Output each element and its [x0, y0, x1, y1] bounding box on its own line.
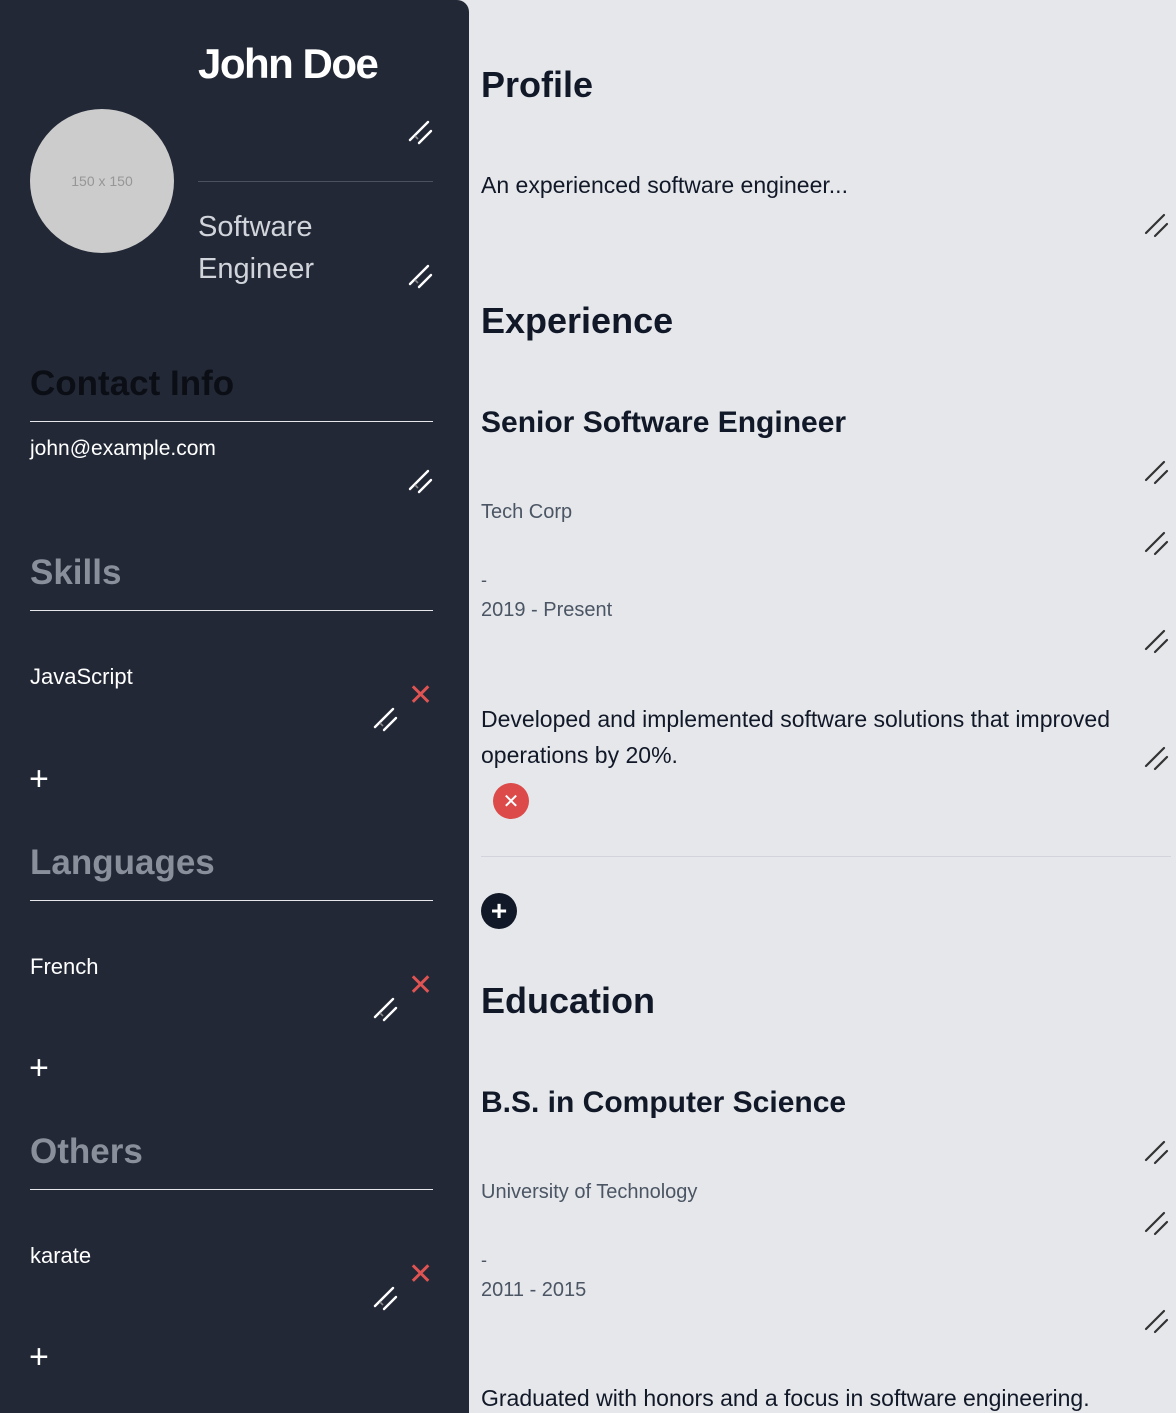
education-description[interactable]: Graduated with honors and a focus in sof… [481, 1380, 1161, 1413]
profile-text[interactable]: An experienced software engineer... [481, 167, 848, 203]
delete-skill-close-icon[interactable]: ✕ [408, 681, 433, 711]
edit-skill-pencil-icon[interactable] [372, 706, 398, 732]
experience-dash: - [481, 570, 487, 590]
job-title-line-1: Software [198, 211, 313, 243]
education-header: Education [481, 980, 656, 1021]
edit-experience-description-pencil-icon[interactable] [1143, 745, 1169, 771]
delete-language-close-icon[interactable]: ✕ [408, 971, 433, 1001]
edit-name-pencil-icon[interactable] [407, 119, 433, 145]
add-other-plus-icon[interactable]: + [29, 1340, 49, 1374]
other-item[interactable]: karate [30, 1243, 91, 1269]
others-header: Others [30, 1132, 143, 1171]
edit-experience-dates-pencil-icon[interactable] [1143, 628, 1169, 654]
education-degree[interactable]: B.S. in Computer Science [481, 1086, 846, 1120]
delete-experience-close-icon[interactable]: ✕ [493, 783, 529, 819]
languages-divider [30, 900, 433, 901]
language-item[interactable]: French [30, 954, 98, 980]
experience-divider [481, 856, 1171, 857]
resume-name[interactable]: John Doe [198, 40, 379, 88]
contact-info-header: Contact Info [30, 364, 235, 403]
edit-contact-pencil-icon[interactable] [407, 468, 433, 494]
others-divider [30, 1189, 433, 1190]
skills-divider [30, 610, 433, 611]
languages-header: Languages [30, 843, 215, 882]
profile-header: Profile [481, 64, 594, 105]
job-title-line-2: Engineer [198, 253, 315, 285]
skill-item[interactable]: JavaScript [30, 664, 133, 690]
edit-education-school-pencil-icon[interactable] [1143, 1210, 1169, 1236]
education-dates[interactable]: 2011 - 2015 [481, 1279, 586, 1302]
edit-other-pencil-icon[interactable] [372, 1285, 398, 1311]
skills-header: Skills [30, 553, 122, 592]
contact-email[interactable]: john@example.com [30, 437, 216, 461]
title-divider [198, 181, 433, 182]
job-title[interactable]: Software Engineer [198, 206, 314, 290]
edit-education-degree-pencil-icon[interactable] [1143, 1139, 1169, 1165]
main-content: Profile An experienced software engineer… [469, 0, 1176, 1413]
education-dash: - [481, 1250, 487, 1270]
add-language-plus-icon[interactable]: + [29, 1051, 49, 1085]
experience-dates[interactable]: 2019 - Present [481, 599, 612, 622]
experience-title[interactable]: Senior Software Engineer [481, 406, 846, 440]
edit-experience-title-pencil-icon[interactable] [1143, 459, 1169, 485]
edit-profile-pencil-icon[interactable] [1143, 212, 1169, 238]
avatar[interactable]: 150 x 150 [30, 109, 174, 253]
edit-experience-company-pencil-icon[interactable] [1143, 530, 1169, 556]
add-experience-plus-icon[interactable]: + [481, 893, 517, 929]
avatar-placeholder-text: 150 x 150 [71, 173, 133, 189]
experience-header: Experience [481, 300, 674, 341]
experience-company[interactable]: Tech Corp [481, 501, 572, 524]
edit-title-pencil-icon[interactable] [407, 263, 433, 289]
edit-language-pencil-icon[interactable] [372, 996, 398, 1022]
education-school[interactable]: University of Technology [481, 1181, 697, 1204]
contact-divider [30, 421, 433, 422]
experience-description[interactable]: Developed and implemented software solut… [481, 701, 1141, 773]
delete-other-close-icon[interactable]: ✕ [408, 1260, 433, 1290]
sidebar: John Doe 150 x 150 Software Engineer Con… [0, 0, 469, 1413]
add-skill-plus-icon[interactable]: + [29, 762, 49, 796]
edit-education-dates-pencil-icon[interactable] [1143, 1308, 1169, 1334]
